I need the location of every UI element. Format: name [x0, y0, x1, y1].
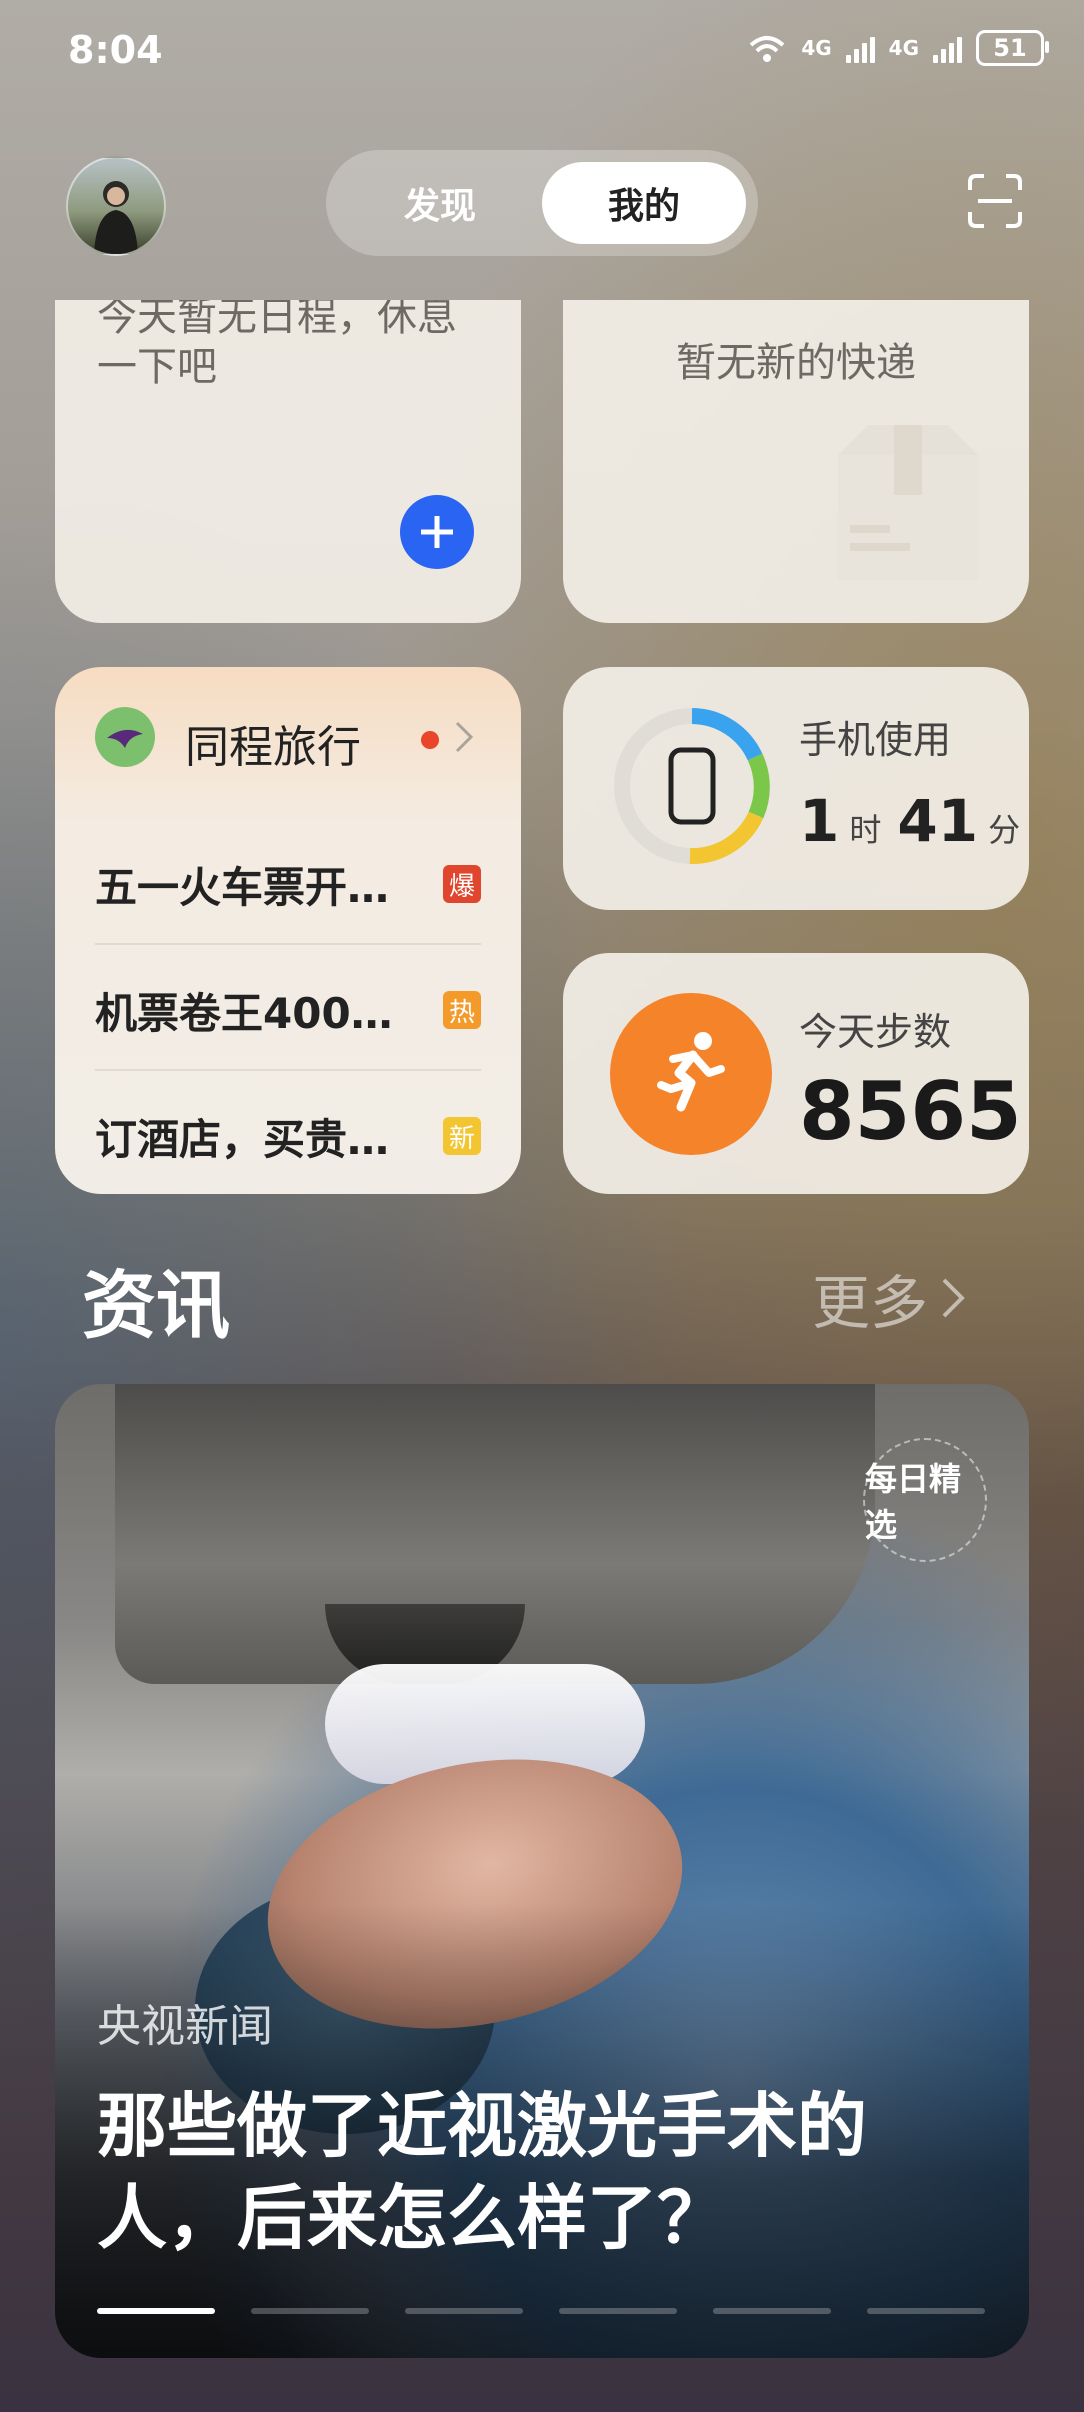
travel-item-title: 机票卷王400… — [95, 988, 393, 1038]
notification-dot — [421, 731, 439, 749]
tab-mine[interactable]: 我的 — [542, 162, 746, 244]
news-card[interactable]: 每日精选 央视新闻 那些做了近视激光手术的人，后来怎么样了？ — [55, 1384, 1029, 2358]
trending-badge: 热 — [443, 991, 481, 1029]
status-icons: 4G 4G 51 — [747, 30, 1049, 66]
usage-title: 手机使用 — [799, 718, 952, 762]
divider — [95, 943, 481, 945]
usage-minutes: 41 — [897, 787, 979, 855]
signal-icon-2 — [933, 33, 962, 63]
usage-hours-unit: 时 — [849, 811, 882, 849]
battery-icon: 51 — [976, 30, 1049, 66]
phone-usage-card[interactable]: 手机使用 1 时 41 分 — [563, 667, 1029, 910]
pager-dot[interactable] — [405, 2308, 523, 2314]
news-pager — [97, 2308, 985, 2314]
express-card[interactable]: 暂无新的快递 — [563, 300, 1029, 623]
plus-icon — [421, 516, 453, 548]
steps-value: 8565 — [799, 1065, 1022, 1158]
scan-icon[interactable] — [966, 172, 1024, 230]
news-more-link[interactable]: 更多 — [812, 1256, 966, 1340]
travel-app-logo-icon — [95, 707, 155, 767]
status-time: 8:04 — [68, 28, 163, 72]
steps-card[interactable]: 今天步数 8565 — [563, 953, 1029, 1194]
news-section-title: 资讯 — [82, 1263, 230, 1349]
tab-switch: 发现 我的 — [326, 150, 758, 256]
express-text: 暂无新的快递 — [676, 340, 916, 386]
network-label-2: 4G — [888, 36, 919, 60]
travel-item[interactable]: 机票卷王400… 热 — [95, 950, 481, 1070]
more-label: 更多 — [812, 1269, 929, 1337]
package-box-icon — [838, 425, 978, 580]
usage-value: 1 时 41 分 — [799, 787, 1029, 855]
wifi-icon — [749, 36, 785, 62]
pager-dot[interactable] — [97, 2308, 215, 2314]
schedule-text: 今天暂无日程，休息一下吧 — [97, 300, 457, 390]
pager-dot[interactable] — [559, 2308, 677, 2314]
avatar[interactable] — [66, 156, 166, 256]
travel-item-title: 订酒店，买贵… — [95, 1114, 390, 1164]
new-badge: 新 — [443, 1117, 481, 1155]
schedule-card[interactable]: 今天暂无日程，休息一下吧 — [55, 300, 521, 623]
steps-title: 今天步数 — [799, 1010, 952, 1054]
hot-badge: 爆 — [443, 865, 481, 903]
network-label-1: 4G — [801, 36, 832, 60]
tab-discover[interactable]: 发现 — [338, 162, 542, 244]
pager-dot[interactable] — [713, 2308, 831, 2314]
pager-dot[interactable] — [251, 2308, 369, 2314]
usage-ring-chart-icon — [614, 708, 770, 865]
editors-choice-badge: 每日精选 — [863, 1438, 987, 1562]
news-source: 央视新闻 — [97, 2001, 273, 2052]
divider — [95, 1069, 481, 1071]
chevron-right-icon[interactable] — [453, 719, 475, 755]
travel-app-name: 同程旅行 — [185, 722, 361, 773]
travel-item-title: 五一火车票开… — [95, 862, 390, 912]
add-schedule-button[interactable] — [400, 495, 474, 569]
travel-item[interactable]: 五一火车票开… 爆 — [95, 824, 481, 944]
news-headline: 那些做了近视激光手术的人，后来怎么样了？ — [97, 2085, 867, 2259]
travel-card[interactable]: 同程旅行 五一火车票开… 爆 机票卷王400… 热 订酒店，买贵… 新 — [55, 667, 521, 1194]
pager-dot[interactable] — [867, 2308, 985, 2314]
usage-minutes-unit: 分 — [988, 811, 1021, 849]
signal-icon — [845, 33, 875, 63]
chevron-right-icon — [942, 1278, 965, 1318]
running-icon — [610, 993, 772, 1155]
travel-item[interactable]: 订酒店，买贵… 新 — [95, 1076, 481, 1194]
avatar-person-icon — [94, 181, 138, 254]
usage-hours: 1 — [799, 787, 840, 855]
